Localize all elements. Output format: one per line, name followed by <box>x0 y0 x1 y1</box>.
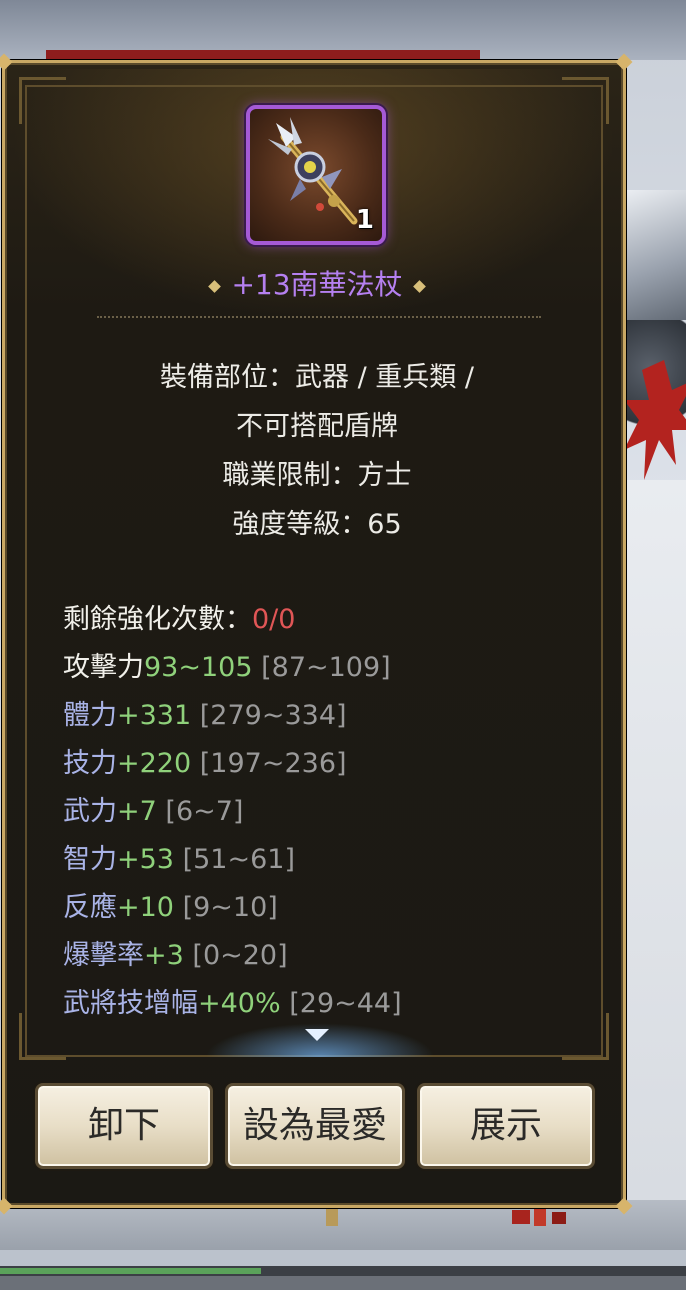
background-red-object <box>512 1208 566 1226</box>
stat-range: [279~334] <box>199 700 347 731</box>
item-name: +13南華法杖 <box>231 268 403 301</box>
stat-value: +220 <box>117 748 192 779</box>
equip-slot-text: 裝備部位：武器 / 重兵類 / <box>160 362 474 393</box>
stat-value: +40% <box>198 988 281 1019</box>
stat-value: +331 <box>117 700 192 731</box>
stat-range: [6~7] <box>165 796 244 827</box>
stat-row-skill-power: 技力+220 [197~236] <box>63 741 347 780</box>
background-bottom-bar <box>0 1276 686 1290</box>
stat-value: 93~105 <box>144 652 253 683</box>
stat-range: [197~236] <box>199 748 347 779</box>
stat-row-strength: 武力+7 [6~7] <box>63 789 243 828</box>
enhance-value: 0/0 <box>252 604 296 635</box>
background-snow-floor <box>620 480 686 1240</box>
stat-value: +3 <box>144 940 184 971</box>
strength-level-text: 強度等級：65 <box>232 509 402 540</box>
stat-value: +10 <box>117 892 174 923</box>
stat-row-general-skill-boost: 武將技增幅+40% [29~44] <box>63 981 402 1020</box>
stat-row-crit-rate: 爆擊率+3 [0~20] <box>63 933 288 972</box>
stat-range: [29~44] <box>289 988 402 1019</box>
stat-label: 爆擊率 <box>63 940 144 971</box>
item-icon-slot[interactable]: 1 <box>246 105 386 245</box>
frame-corner-ornament <box>19 1013 66 1060</box>
frame-corner-ornament <box>562 77 609 124</box>
stat-row-intelligence: 智力+53 [51~61] <box>63 837 295 876</box>
scroll-down-icon[interactable] <box>305 1029 329 1041</box>
stat-label: 武將技增幅 <box>63 988 198 1019</box>
stat-row-attack: 攻擊力93~105 [87~109] <box>63 645 391 684</box>
stat-row-vitality: 體力+331 [279~334] <box>63 693 347 732</box>
stat-label: 攻擊力 <box>63 652 144 683</box>
stat-label: 體力 <box>63 700 117 731</box>
stat-row-reaction: 反應+10 [9~10] <box>63 885 278 924</box>
diamond-icon <box>412 279 426 293</box>
stat-label: 反應 <box>63 892 117 923</box>
item-title: +13南華法杖 <box>5 263 629 303</box>
stat-range: [87~109] <box>261 652 391 683</box>
background-banner <box>46 50 480 60</box>
enhance-remaining-row: 剩餘強化次數：0/0 <box>63 597 295 636</box>
equip-slot-text-continued: 不可搭配盾牌 <box>236 411 398 442</box>
item-detail-panel: 1 +13南華法杖 裝備部位：武器 / 重兵類 / 不可搭配盾牌 職業限制：方士… <box>0 53 633 1215</box>
background-object <box>326 1206 338 1226</box>
set-favorite-button[interactable]: 設為最愛 <box>225 1083 405 1169</box>
frame-corner-ornament <box>562 1013 609 1060</box>
class-limit-text: 職業限制：方士 <box>222 460 412 491</box>
enhance-label: 剩餘強化次數： <box>63 604 252 635</box>
stat-label: 智力 <box>63 844 117 875</box>
dotted-divider <box>97 316 541 318</box>
stat-label: 武力 <box>63 796 117 827</box>
background-red-effect <box>624 360 686 480</box>
stat-value: +7 <box>117 796 157 827</box>
frame-corner-ornament <box>19 77 66 124</box>
stat-range: [0~20] <box>192 940 288 971</box>
diamond-icon <box>208 279 222 293</box>
stat-label: 技力 <box>63 748 117 779</box>
item-count: 1 <box>355 205 374 235</box>
stat-range: [9~10] <box>182 892 278 923</box>
stat-range: [51~61] <box>182 844 295 875</box>
stat-value: +53 <box>117 844 174 875</box>
show-item-button[interactable]: 展示 <box>417 1083 595 1169</box>
unequip-button[interactable]: 卸下 <box>35 1083 213 1169</box>
background-progress-fill <box>0 1268 261 1274</box>
